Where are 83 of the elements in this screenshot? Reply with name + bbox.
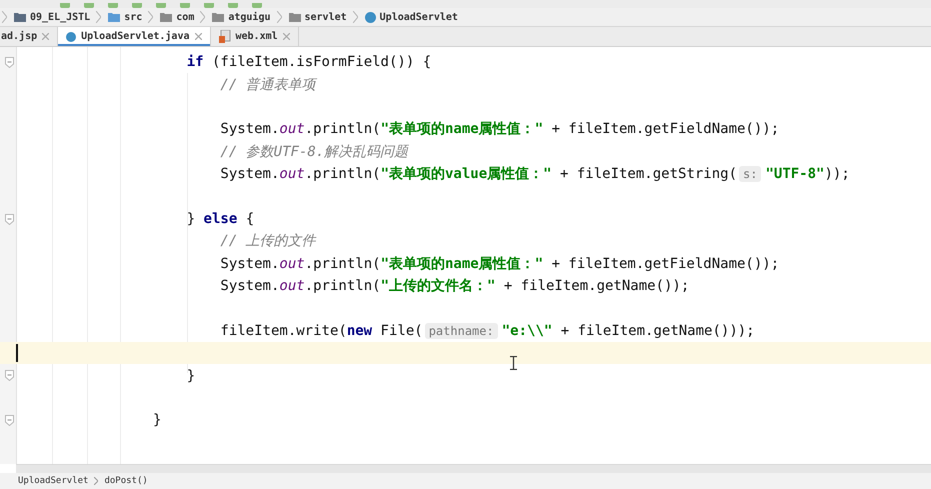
field-name: out xyxy=(279,121,305,138)
code-text: } xyxy=(186,368,196,384)
toolbar-icon[interactable] xyxy=(204,3,214,8)
code-text: fileItem.write( xyxy=(220,322,347,339)
fold-marker-icon[interactable] xyxy=(5,370,14,382)
toolbar-icon[interactable] xyxy=(132,3,142,8)
code-text: System. xyxy=(220,166,280,182)
code-text: } xyxy=(153,412,162,428)
code-text: System. xyxy=(220,256,280,272)
text-cursor-icon xyxy=(510,356,517,370)
keyword: else xyxy=(204,210,238,227)
parameter-hint: pathname: xyxy=(424,322,498,339)
chevron-icon xyxy=(94,477,98,485)
chevron-icon xyxy=(352,11,358,23)
fold-marker-icon[interactable] xyxy=(5,415,14,426)
class-icon xyxy=(364,12,376,22)
editor-tab[interactable]: UploadServlet.java xyxy=(58,27,210,46)
chevron-icon xyxy=(148,11,154,23)
breadcrumb-item[interactable]: 09_EL_JSTL xyxy=(30,12,90,22)
folder-icon xyxy=(108,12,120,22)
code-text: .println( xyxy=(304,121,381,138)
chevron-icon xyxy=(96,11,102,23)
code-text: } xyxy=(186,210,196,227)
string-literal: "表单项的name属性值：" xyxy=(380,256,544,272)
horizontal-scrollbar[interactable] xyxy=(16,464,931,473)
field-name: out xyxy=(279,256,305,272)
toolbar-icon[interactable] xyxy=(108,3,118,8)
breadcrumb-item[interactable]: com xyxy=(176,12,194,22)
text-caret xyxy=(16,344,18,362)
folder-icon xyxy=(288,12,300,22)
code-text: + fileItem.getFieldName()); xyxy=(550,256,780,272)
chevron-icon xyxy=(200,11,206,23)
code-text: { xyxy=(244,210,254,227)
string-literal: "UTF-8" xyxy=(765,166,824,182)
code-text: System. xyxy=(220,278,280,294)
keyword: if xyxy=(186,54,204,70)
code-text: + fileItem.getString( xyxy=(559,166,738,182)
breadcrumb-item[interactable]: doPost() xyxy=(104,476,148,486)
chevron-icon xyxy=(276,11,282,23)
breadcrumb-item[interactable]: atguigu xyxy=(228,12,270,22)
code-text: System. xyxy=(220,121,280,138)
string-literal: "上传的文件名：" xyxy=(380,278,496,294)
field-name: out xyxy=(279,278,305,294)
breadcrumb-item[interactable]: servlet xyxy=(304,12,347,22)
keyword: new xyxy=(346,322,372,339)
class-icon xyxy=(66,32,76,42)
code-text: .println( xyxy=(304,278,381,294)
string-literal: "表单项的value属性值：" xyxy=(380,166,552,182)
code-text: (fileItem.isFormField()) { xyxy=(210,54,432,70)
fold-marker-icon[interactable] xyxy=(5,214,14,225)
string-literal: "e:\\" xyxy=(502,322,552,339)
code-text: + fileItem.getName()); xyxy=(502,278,690,294)
code-text: .println( xyxy=(304,256,381,272)
breadcrumb-item[interactable]: src xyxy=(124,12,142,22)
toolbar-icon[interactable] xyxy=(252,3,262,8)
code-text: .println( xyxy=(304,166,381,182)
parameter-hint: s: xyxy=(739,166,762,182)
string-literal: "表单项的name属性值：" xyxy=(380,121,544,138)
chevron-icon xyxy=(2,11,7,23)
toolbar-icon[interactable] xyxy=(156,3,166,8)
toolbar-icon[interactable] xyxy=(60,3,70,8)
close-icon[interactable] xyxy=(282,33,290,40)
toolbar-icon[interactable] xyxy=(228,3,238,8)
xml-file-icon xyxy=(218,30,230,43)
code-comment: // 普通表单项 xyxy=(220,76,316,93)
close-icon[interactable] xyxy=(42,33,50,40)
breadcrumb-item[interactable]: UploadServlet xyxy=(380,12,458,22)
close-icon[interactable] xyxy=(194,33,202,40)
breadcrumb-item[interactable]: UploadServlet xyxy=(18,476,88,486)
toolbar-icon[interactable] xyxy=(180,3,190,8)
folder-icon xyxy=(160,12,172,22)
code-text: + fileItem.getFieldName()); xyxy=(550,121,780,138)
code-text: + fileItem.getName())); xyxy=(560,322,755,339)
folder-icon xyxy=(14,12,26,22)
fold-marker-icon[interactable] xyxy=(5,57,14,68)
code-text: )); xyxy=(824,166,850,182)
editor-tab[interactable]: web.xml xyxy=(210,27,299,46)
toolbar-icon[interactable] xyxy=(84,3,94,8)
code-comment: // 参数UTF-8.解决乱码问题 xyxy=(220,144,408,160)
code-text: File( xyxy=(380,322,423,339)
field-name: out xyxy=(279,166,305,182)
code-comment: // 上传的文件 xyxy=(220,233,316,250)
folder-icon xyxy=(212,12,224,22)
